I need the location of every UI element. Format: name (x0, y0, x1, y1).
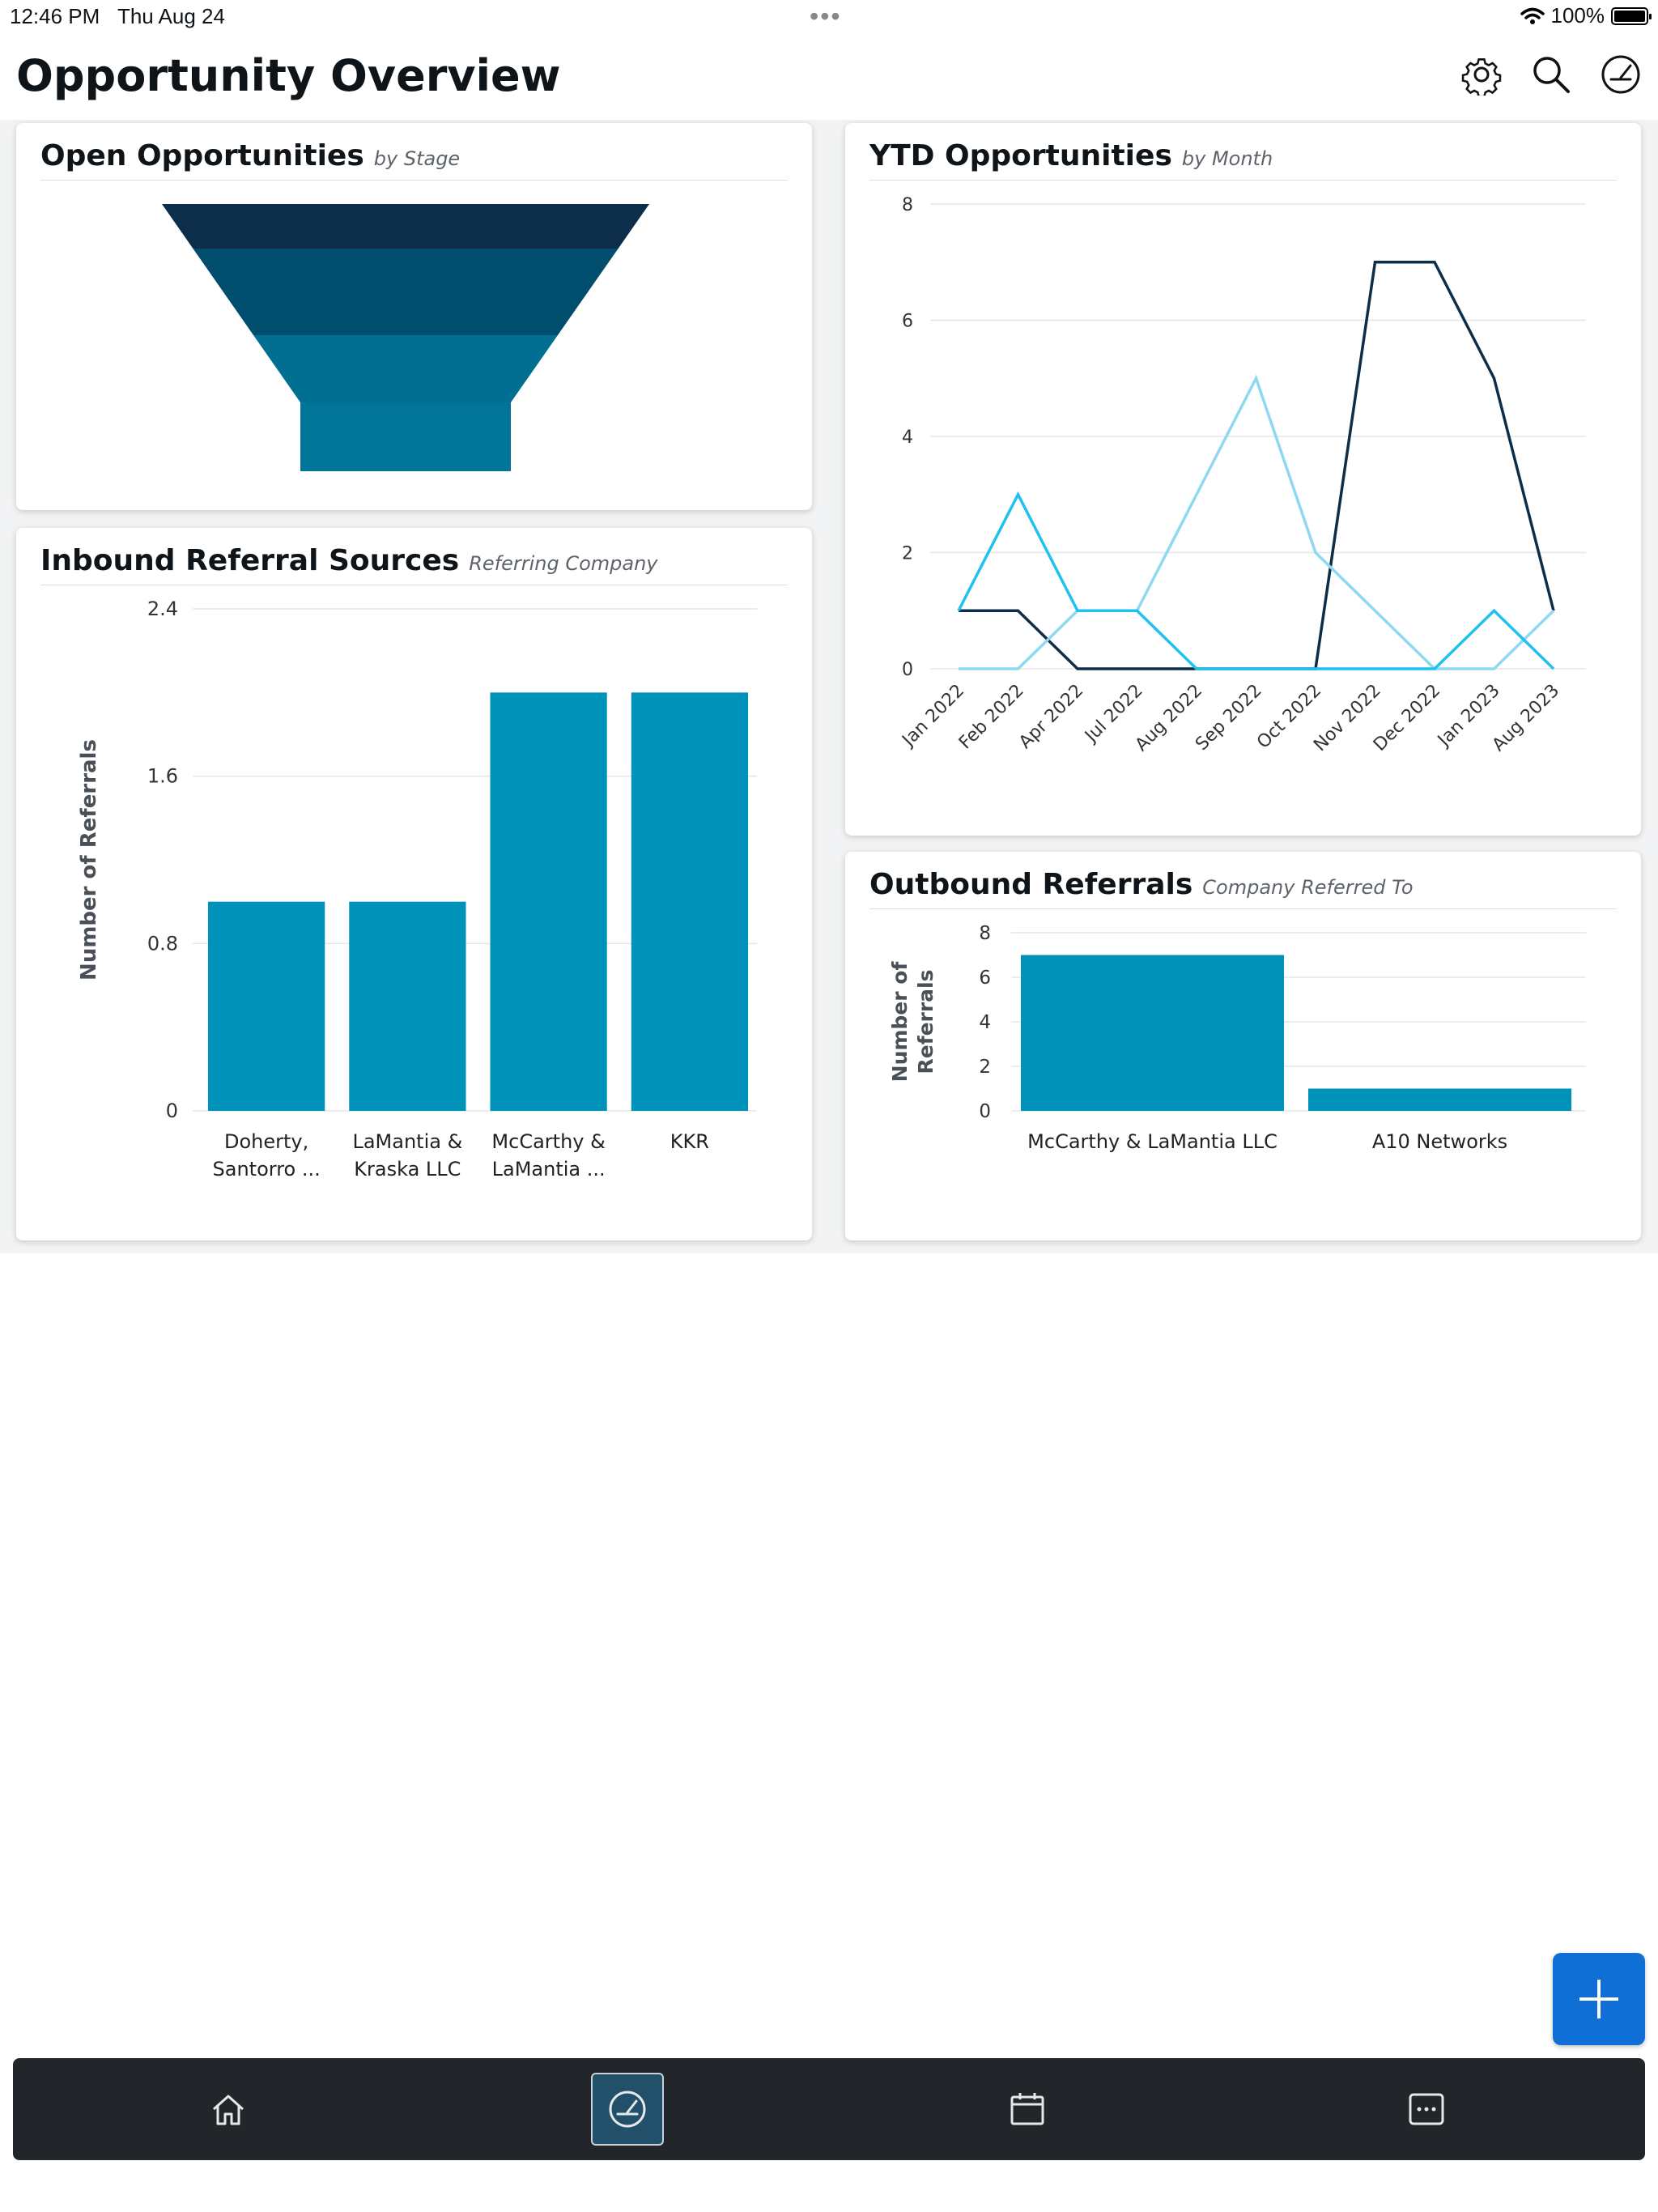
y-tick-label: 2 (979, 1057, 991, 1078)
gear-icon (1461, 58, 1502, 96)
y-tick-label: 8 (979, 923, 991, 944)
funnel-stage (162, 204, 649, 249)
line-chart: 02468Jan 2022Feb 2022Apr 2022Jul 2022Aug… (898, 195, 1586, 755)
tab-dashboard[interactable] (591, 2073, 664, 2146)
y-tick-label: 0 (979, 1101, 991, 1122)
x-tick-label: McCarthy & LaMantia ... (491, 1130, 605, 1180)
x-tick-label: Feb 2022 (955, 681, 1028, 754)
x-tick-label: A10 Networks (1372, 1130, 1507, 1153)
bar (208, 901, 325, 1111)
y-tick-label: 4 (902, 428, 913, 448)
status-bar: 12:46 PM Thu Aug 24 ••• 100% (0, 0, 1658, 36)
status-right: 100% (1520, 3, 1652, 28)
outbound-referrals-card[interactable]: Outbound Referrals Company Referred To 02… (845, 852, 1641, 1240)
y-tick-label: 4 (979, 1012, 991, 1033)
more-icon (1409, 2093, 1444, 2125)
battery-percent: 100% (1550, 3, 1605, 28)
home-icon (213, 2095, 244, 2125)
inbound-referrals-card[interactable]: Inbound Referral Sources Referring Compan… (16, 528, 812, 1240)
add-button[interactable] (1553, 1953, 1645, 2045)
status-time: 12:46 PM Thu Aug 24 (10, 4, 225, 28)
tab-bar (13, 2058, 1645, 2160)
y-tick-label: 0 (166, 1100, 178, 1122)
y-tick-label: 2.4 (147, 598, 178, 620)
gauge-icon (1601, 55, 1640, 94)
search-button[interactable] (1528, 52, 1574, 97)
y-tick-label: 0.8 (147, 932, 178, 955)
gauge-icon (609, 2091, 646, 2128)
x-tick-label: Doherty, Santorro ... (213, 1130, 321, 1180)
battery-icon (1611, 6, 1652, 25)
funnel-stage (193, 249, 619, 335)
bar (1308, 1088, 1571, 1111)
bar (631, 692, 748, 1111)
series-line (957, 491, 1555, 670)
wifi-icon (1520, 7, 1545, 24)
funnel-stage (300, 402, 511, 471)
dashboard-button[interactable] (1598, 52, 1643, 97)
tab-home[interactable] (192, 2073, 265, 2146)
y-tick-label: 2 (902, 544, 913, 564)
funnel-stage (253, 335, 558, 402)
series-line (959, 374, 1555, 670)
ytd-opportunities-card[interactable]: YTD Opportunities by Month 0 2 4 6 8 Jan 2022 F… (845, 123, 1641, 836)
header-actions (1459, 52, 1643, 97)
y-axis-label: Number of Referrals (77, 739, 101, 981)
y-tick-label: 0 (902, 660, 913, 680)
calendar-icon (1010, 2093, 1044, 2125)
page-title: Opportunity Overview (16, 50, 561, 101)
inbound-bar-chart: 0 0.8 1.6 2.4 Number of Referrals Doherty, San… (77, 598, 757, 1180)
x-tick-label: LaMantia & Kraska LLC (352, 1130, 462, 1180)
search-icon (1533, 57, 1570, 93)
open-opportunities-card[interactable]: Open Opportunities by Stage (16, 123, 812, 510)
tab-calendar[interactable] (991, 2073, 1064, 2146)
funnel-chart (162, 204, 649, 471)
y-tick-label: 1.6 (147, 765, 178, 788)
series-line (959, 261, 1555, 670)
bar (349, 901, 466, 1111)
multitask-dots[interactable]: ••• (810, 2, 842, 32)
bar (1021, 955, 1284, 1111)
x-tick-label: KKR (670, 1130, 709, 1153)
y-tick-label: 8 (902, 195, 913, 215)
x-tick-label: Apr 2022 (1015, 681, 1087, 753)
settings-button[interactable] (1459, 52, 1504, 97)
bar (490, 692, 607, 1111)
outbound-bar-chart: 0 2 4 6 8 Number of Referrals McCarthy & LaMant… (888, 923, 1586, 1153)
plus-icon (1579, 1980, 1618, 2018)
tab-more[interactable] (1390, 2073, 1463, 2146)
y-tick-label: 6 (902, 312, 913, 332)
y-tick-label: 6 (979, 968, 991, 989)
x-tick-label: McCarthy & LaMantia LLC (1027, 1130, 1278, 1153)
y-axis-label: Number of Referrals (888, 961, 937, 1083)
